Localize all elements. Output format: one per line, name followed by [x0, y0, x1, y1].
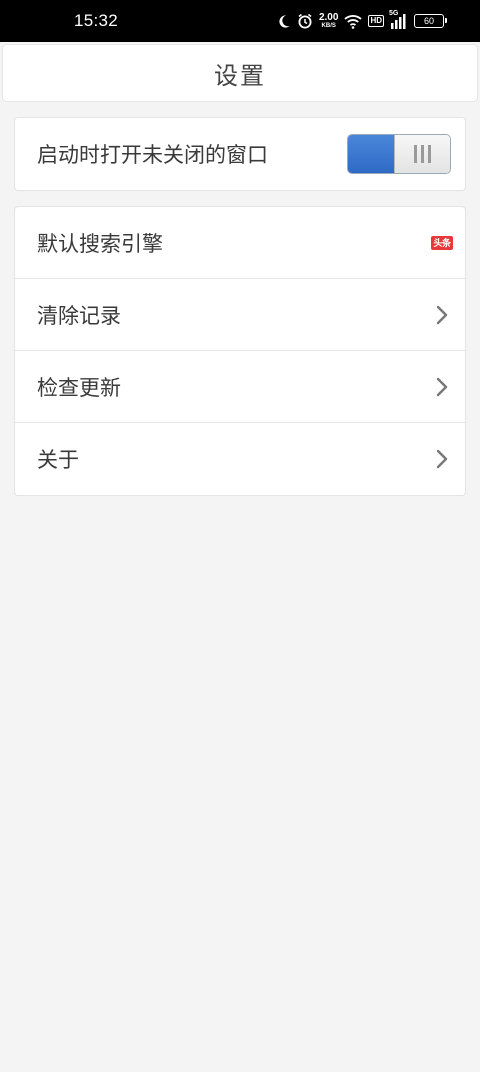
menu-item-label: 清除记录 [37, 303, 121, 328]
network-speed: 2.00 KB/S [318, 12, 339, 30]
restore-windows-label: 启动时打开未关闭的窗口 [37, 143, 268, 167]
wifi-icon [344, 14, 363, 29]
battery-icon: 60 [414, 14, 447, 28]
status-time: 15:32 [74, 11, 119, 30]
menu-item-label: 默认搜索引擎 [37, 231, 163, 256]
battery-level: 60 [423, 16, 434, 26]
network-type: 5G [389, 10, 399, 17]
hd-badge: HD [368, 15, 384, 27]
chevron-right-icon [436, 449, 448, 469]
toggle-knob [394, 135, 450, 173]
status-icons: 2.00 KB/S HD 5G 60 [276, 10, 447, 30]
signal-icon: 5G [389, 10, 408, 29]
search-engine-logo-icon: 头条 [431, 235, 453, 250]
toggle-on-track [348, 135, 394, 173]
settings-list: 默认搜索引擎 头条 清除记录 检查更新 关于 [14, 206, 466, 496]
chevron-right-icon [436, 377, 448, 396]
page-title: 设置 [214, 61, 266, 90]
menu-item-check-update[interactable]: 检查更新 [15, 351, 465, 423]
status-bar: 15:32 2.00 KB/S HD 5G 60 [0, 0, 480, 42]
menu-item-label: 检查更新 [37, 375, 121, 400]
chevron-right-icon [436, 305, 448, 324]
net-speed-value: 2.00 [318, 12, 339, 23]
restore-windows-row: 启动时打开未关闭的窗口 [15, 118, 465, 190]
menu-item-clear-history[interactable]: 清除记录 [15, 279, 465, 351]
restore-windows-card: 启动时打开未关闭的窗口 [14, 117, 466, 191]
alarm-icon [297, 13, 313, 29]
menu-item-about[interactable]: 关于 [15, 423, 465, 495]
moon-icon [276, 14, 291, 29]
page-header: 设置 [2, 44, 478, 102]
restore-windows-toggle[interactable] [347, 134, 451, 174]
menu-item-default-search-engine[interactable]: 默认搜索引擎 头条 [15, 207, 465, 279]
net-speed-unit: KB/S [321, 23, 336, 29]
menu-item-label: 关于 [37, 448, 79, 472]
